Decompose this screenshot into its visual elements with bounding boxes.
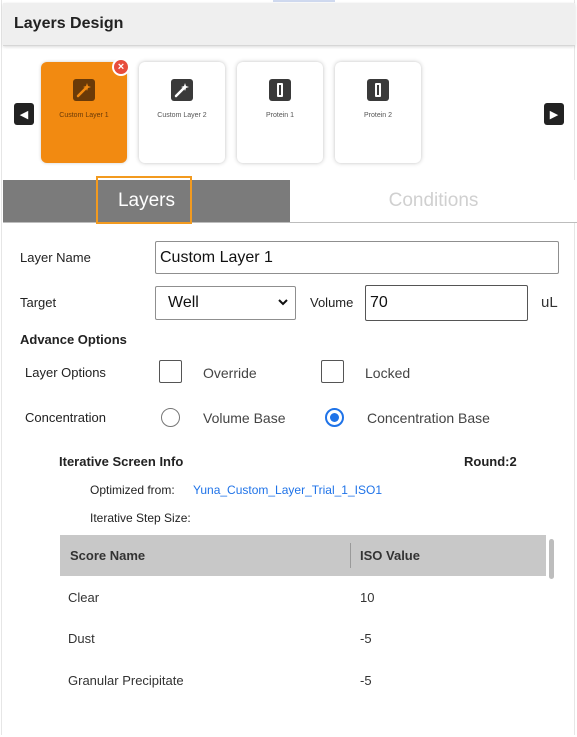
optimized-from-link[interactable]: Yuna_Custom_Layer_Trial_1_ISO1 bbox=[193, 483, 382, 497]
concentration-base-label: Concentration Base bbox=[367, 410, 490, 426]
advance-options-heading: Advance Options bbox=[20, 332, 127, 347]
table-scrollbar[interactable] bbox=[549, 539, 554, 579]
iso-value-cell: -5 bbox=[360, 673, 372, 688]
layer-card-label: Custom Layer 2 bbox=[157, 112, 207, 119]
layer-card-label: Protein 1 bbox=[265, 112, 295, 119]
tab-layers[interactable]: Layers bbox=[3, 176, 290, 224]
layer-card-custom-layer-1[interactable]: Custom Layer 1 bbox=[41, 62, 127, 163]
column-header-iso-value[interactable]: ISO Value bbox=[360, 548, 420, 563]
layer-name-value: Custom Layer 1 bbox=[160, 248, 273, 266]
target-select-value: Well bbox=[168, 294, 199, 311]
iterative-screen-title: Iterative Screen Info bbox=[59, 454, 184, 469]
layer-card-label: Protein 2 bbox=[363, 112, 393, 119]
wand-icon bbox=[73, 79, 95, 101]
target-label: Target bbox=[20, 295, 57, 310]
round-indicator: Round:2 bbox=[464, 454, 517, 469]
optimized-from-label: Optimized from: bbox=[90, 483, 175, 497]
step-size-label: Iterative Step Size: bbox=[90, 511, 191, 525]
volume-label: Volume bbox=[310, 295, 354, 310]
tab-bar: Layers Conditions bbox=[3, 176, 577, 224]
layer-card-label: Custom Layer 1 bbox=[59, 112, 109, 119]
close-icon[interactable]: × bbox=[112, 58, 130, 76]
page-title: Layers Design bbox=[14, 15, 124, 32]
layer-card-protein-2[interactable]: Protein 2 bbox=[335, 62, 421, 163]
score-table-header: Score Name ISO Value bbox=[60, 535, 546, 576]
concentration-base-radio[interactable] bbox=[325, 408, 344, 427]
locked-label: Locked bbox=[365, 365, 411, 381]
score-name-cell: Dust bbox=[68, 631, 95, 646]
iso-value-cell: -5 bbox=[360, 631, 372, 646]
volume-input[interactable]: 70 bbox=[365, 285, 528, 321]
focus-ring bbox=[96, 176, 192, 224]
tube-icon bbox=[367, 79, 389, 101]
score-name-cell: Granular Precipitate bbox=[68, 673, 184, 688]
layer-card-protein-1[interactable]: Protein 1 bbox=[237, 62, 323, 163]
volume-value: 70 bbox=[370, 294, 388, 311]
column-divider bbox=[350, 543, 351, 568]
tab-conditions-label: Conditions bbox=[388, 190, 479, 211]
column-header-score-name[interactable]: Score Name bbox=[70, 548, 145, 563]
chevron-down-icon bbox=[277, 296, 289, 311]
iso-value-cell: 10 bbox=[360, 590, 375, 605]
concentration-label: Concentration bbox=[25, 410, 106, 425]
chevron-left-icon: ◀ bbox=[19, 108, 29, 121]
override-checkbox[interactable] bbox=[159, 360, 182, 383]
tube-icon bbox=[269, 79, 291, 101]
top-accent-bar bbox=[273, 0, 335, 2]
layer-options-label: Layer Options bbox=[25, 365, 106, 380]
layer-card-custom-layer-2[interactable]: Custom Layer 2 bbox=[139, 62, 225, 163]
locked-checkbox[interactable] bbox=[321, 360, 344, 383]
layer-name-input[interactable]: Custom Layer 1 bbox=[155, 241, 559, 274]
panel-header: Layers Design bbox=[3, 3, 575, 46]
layer-name-label: Layer Name bbox=[20, 250, 91, 265]
chevron-right-icon: ▶ bbox=[549, 108, 559, 121]
wand-icon bbox=[171, 79, 193, 101]
volume-base-label: Volume Base bbox=[203, 410, 286, 426]
volume-unit: uL bbox=[541, 294, 558, 311]
tab-conditions[interactable]: Conditions bbox=[290, 180, 577, 222]
target-select[interactable]: Well bbox=[155, 286, 296, 320]
carousel-next-button[interactable]: ▶ bbox=[544, 103, 564, 125]
carousel-prev-button[interactable]: ◀ bbox=[14, 103, 34, 125]
score-name-cell: Clear bbox=[68, 590, 100, 605]
override-label: Override bbox=[203, 365, 257, 381]
volume-base-radio[interactable] bbox=[161, 408, 180, 427]
